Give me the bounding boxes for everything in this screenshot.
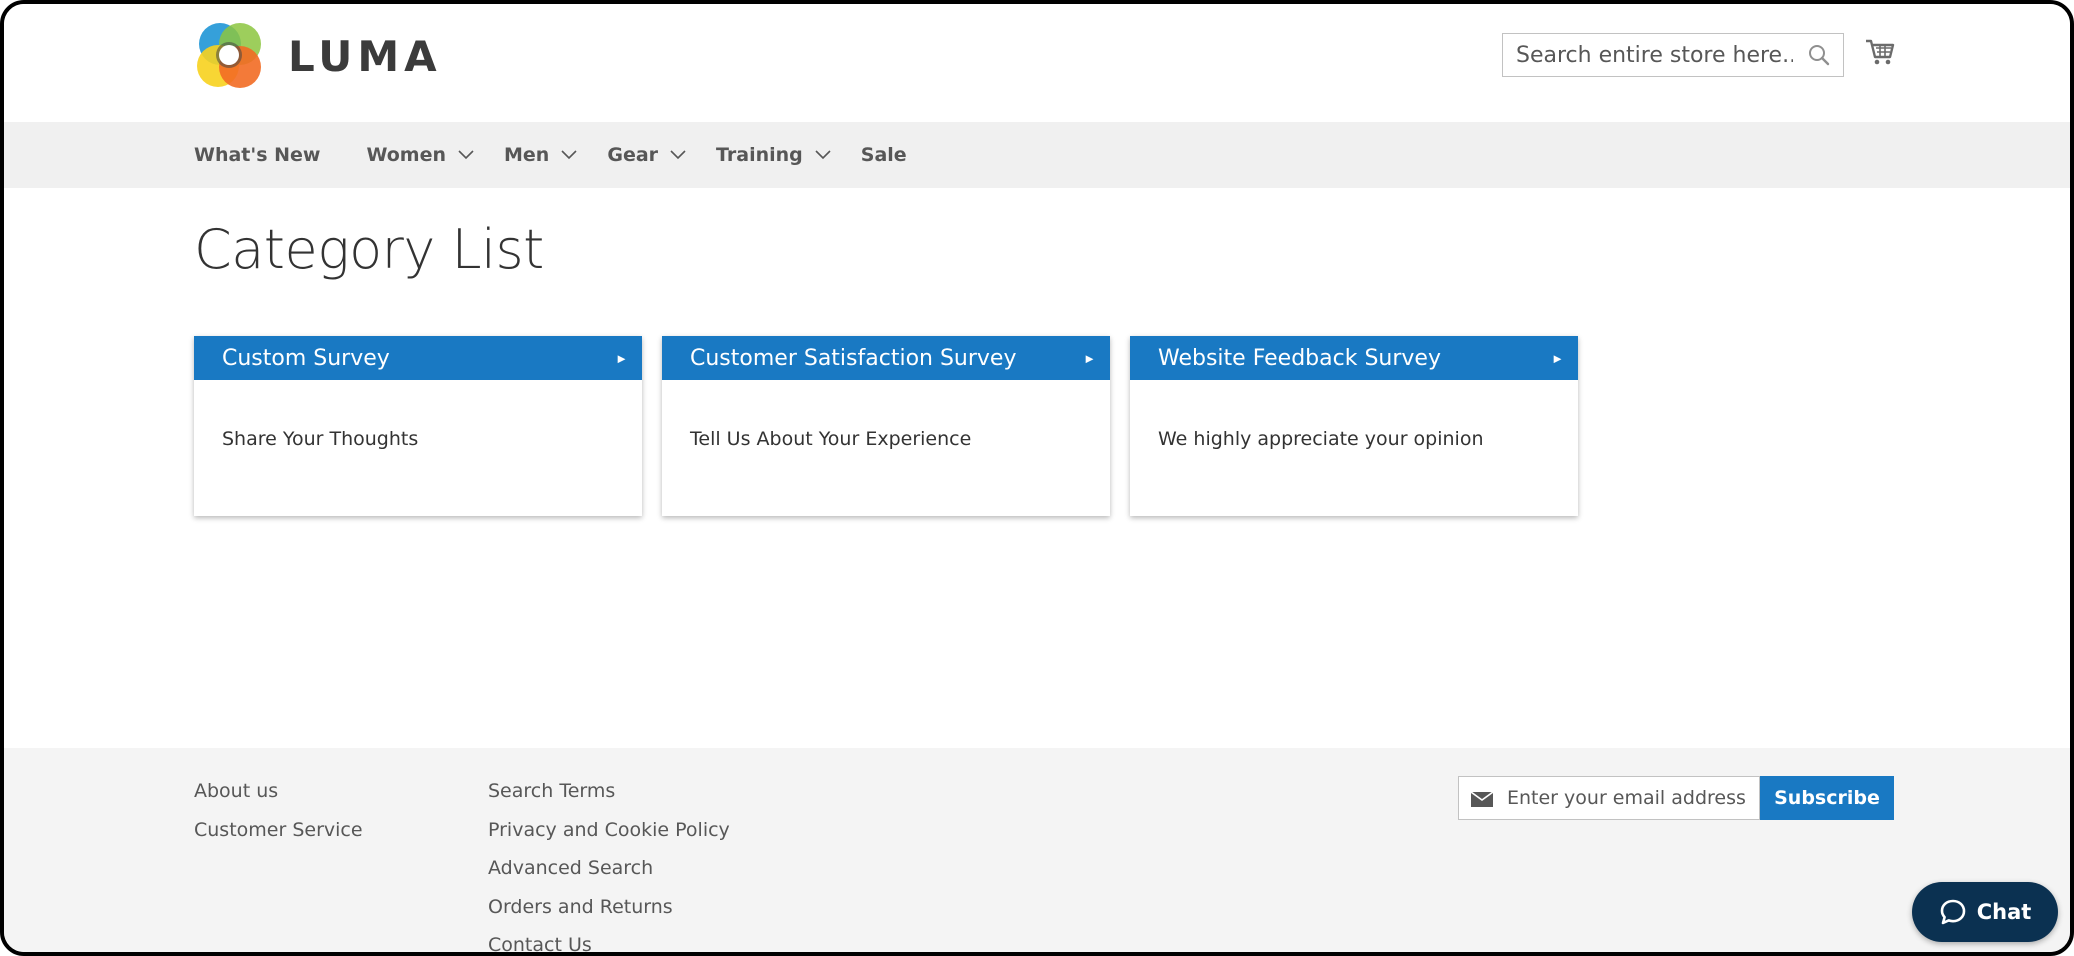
footer-link-privacy-policy[interactable]: Privacy and Cookie Policy (488, 815, 730, 854)
survey-card-title: Website Feedback Survey (1158, 345, 1441, 371)
survey-card-customer-satisfaction: Customer Satisfaction Survey ► Tell Us A… (662, 336, 1110, 516)
survey-card-list: Custom Survey ► Share Your Thoughts Cust… (194, 336, 1578, 516)
search-box (1502, 33, 1844, 77)
site-header: LUMA (4, 4, 2070, 122)
survey-card-header[interactable]: Website Feedback Survey ► (1130, 336, 1578, 380)
nav-item-women[interactable]: Women (366, 144, 474, 166)
survey-card-header[interactable]: Custom Survey ► (194, 336, 642, 380)
chevron-down-icon (670, 150, 686, 160)
chevron-down-icon (458, 150, 474, 160)
nav-item-sale[interactable]: Sale (861, 144, 907, 166)
newsletter-form: Subscribe (1458, 776, 1894, 820)
footer-link-contact-us[interactable]: Contact Us (488, 930, 730, 952)
search-icon[interactable] (1807, 43, 1831, 67)
chat-bubble-icon (1940, 899, 1966, 925)
arrow-right-icon: ► (1083, 350, 1096, 366)
nav-item-men[interactable]: Men (504, 144, 577, 166)
footer-link-about-us[interactable]: About us (194, 776, 363, 815)
footer-link-customer-service[interactable]: Customer Service (194, 815, 363, 854)
chat-label: Chat (1976, 900, 2032, 924)
newsletter-email-input[interactable] (1507, 777, 1757, 819)
nav-item-whats-new[interactable]: What's New (194, 144, 320, 166)
survey-card-title: Custom Survey (222, 345, 390, 371)
footer-link-advanced-search[interactable]: Advanced Search (488, 853, 730, 892)
survey-card-description: We highly appreciate your opinion (1158, 428, 1484, 450)
mail-icon (1471, 792, 1493, 807)
survey-card-custom: Custom Survey ► Share Your Thoughts (194, 336, 642, 516)
luma-logo-icon (197, 23, 261, 88)
subscribe-button[interactable]: Subscribe (1760, 776, 1894, 820)
chevron-down-icon (561, 150, 577, 160)
footer-links-col-2: Search Terms Privacy and Cookie Policy A… (488, 776, 730, 952)
cart-icon[interactable] (1864, 36, 1896, 68)
footer-link-search-terms[interactable]: Search Terms (488, 776, 730, 815)
search-input[interactable] (1503, 34, 1793, 76)
arrow-right-icon: ► (1551, 350, 1564, 366)
nav-item-training[interactable]: Training (716, 144, 831, 166)
chat-button[interactable]: Chat (1912, 882, 2058, 942)
site-footer: About us Customer Service Search Terms P… (4, 748, 2070, 952)
chevron-down-icon (815, 150, 831, 160)
logo[interactable]: LUMA (194, 20, 442, 92)
footer-links-col-1: About us Customer Service (194, 776, 363, 853)
footer-link-orders-returns[interactable]: Orders and Returns (488, 892, 730, 931)
survey-card-description: Tell Us About Your Experience (690, 428, 972, 450)
page-title: Category List (194, 218, 544, 281)
main-nav: What's New Women Men Gear Training Sale (4, 122, 2070, 188)
survey-card-website-feedback: Website Feedback Survey ► We highly appr… (1130, 336, 1578, 516)
newsletter-field (1458, 776, 1760, 820)
nav-item-gear[interactable]: Gear (607, 144, 686, 166)
browser-frame: LUMA What's New Women Men Gear (0, 0, 2074, 956)
survey-card-title: Customer Satisfaction Survey (690, 345, 1017, 371)
arrow-right-icon: ► (615, 350, 628, 366)
survey-card-description: Share Your Thoughts (222, 428, 419, 450)
survey-card-header[interactable]: Customer Satisfaction Survey ► (662, 336, 1110, 380)
logo-text: LUMA (288, 31, 442, 81)
